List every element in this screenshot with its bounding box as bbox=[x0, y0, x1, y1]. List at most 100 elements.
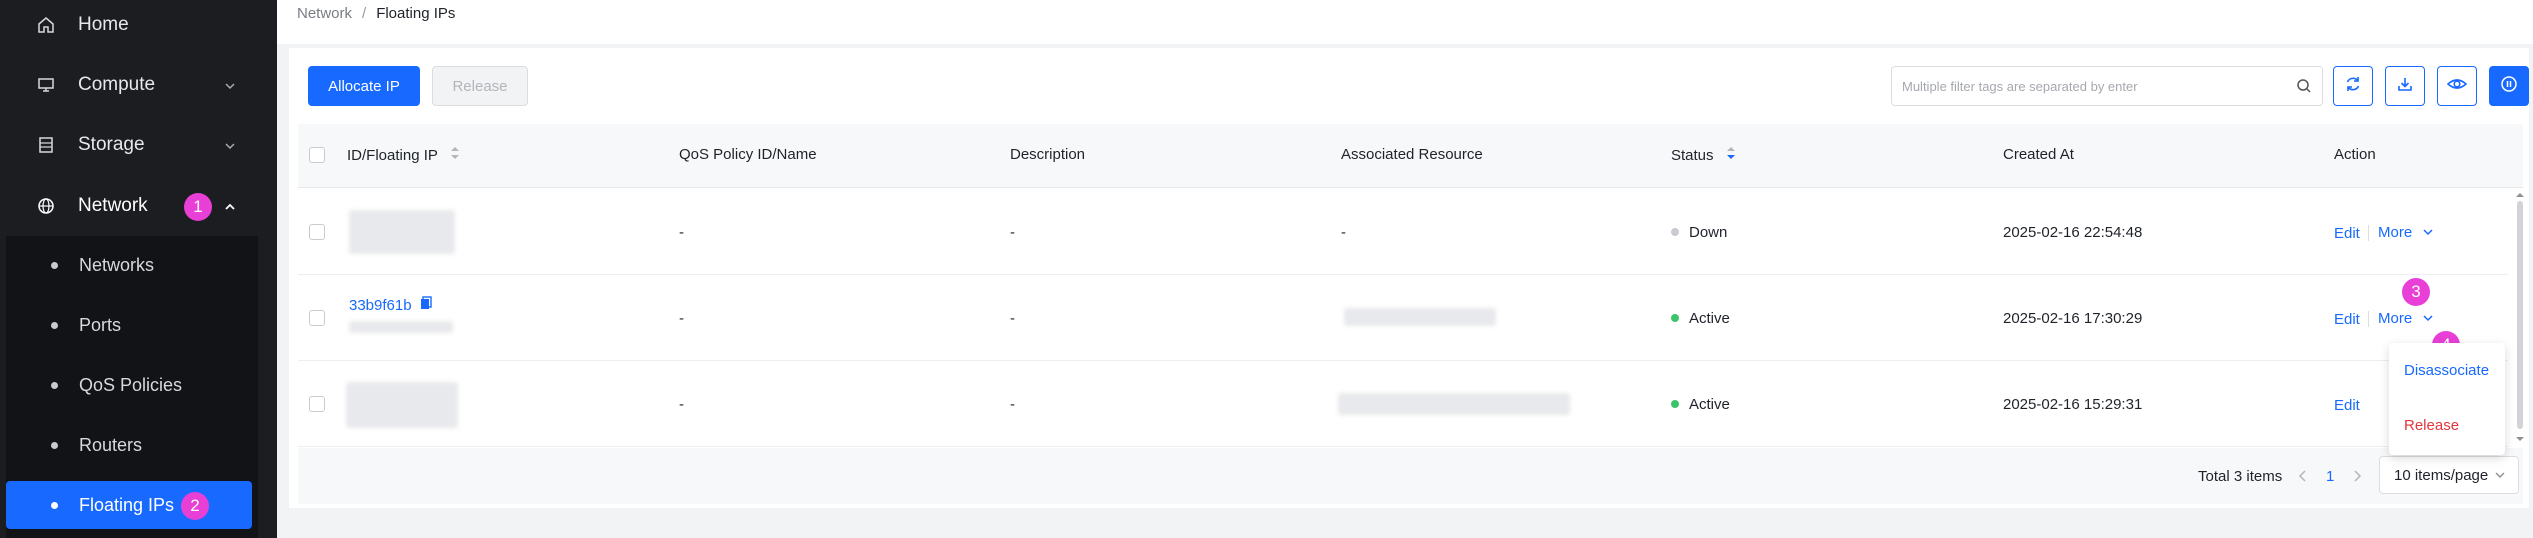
select-all-checkbox[interactable] bbox=[309, 147, 325, 163]
edit-link[interactable]: Edit bbox=[2334, 225, 2360, 242]
column-visibility-button[interactable] bbox=[2437, 66, 2477, 106]
description-cell: - bbox=[1010, 224, 1015, 241]
breadcrumb-separator: / bbox=[362, 5, 367, 22]
redacted-id bbox=[346, 382, 458, 428]
breadcrumb-parent[interactable]: Network bbox=[297, 5, 352, 22]
header-label: ID/Floating IP bbox=[347, 147, 438, 164]
sidebar-item-label: Networks bbox=[79, 254, 155, 275]
release-button[interactable]: Release bbox=[432, 66, 528, 106]
release-menu-item[interactable]: Release bbox=[2404, 417, 2459, 434]
sidebar-item-qos-policies[interactable]: QoS Policies bbox=[6, 361, 252, 409]
copy-icon[interactable] bbox=[420, 296, 432, 314]
floating-ip-id-link[interactable]: 33b9f61b bbox=[349, 296, 432, 314]
qos-cell: - bbox=[679, 224, 684, 241]
sidebar-item-storage[interactable]: Storage bbox=[0, 115, 277, 175]
floating-ips-panel: Allocate IP Release Multiple filter tags… bbox=[289, 48, 2529, 508]
sidebar-item-compute[interactable]: Compute bbox=[0, 55, 277, 115]
search-input[interactable]: Multiple filter tags are separated by en… bbox=[1891, 66, 2323, 106]
annotation-badge: 2 bbox=[181, 492, 209, 520]
sidebar-item-network[interactable]: Network bbox=[0, 176, 277, 236]
more-actions-menu: Disassociate Release bbox=[2389, 343, 2505, 455]
row-checkbox[interactable] bbox=[309, 396, 325, 412]
sidebar: Home Compute Storage Network 1 Networks bbox=[0, 0, 277, 538]
search-placeholder: Multiple filter tags are separated by en… bbox=[1902, 78, 2138, 94]
description-cell: - bbox=[1010, 396, 1015, 413]
created-cell: 2025-02-16 17:30:29 bbox=[2003, 310, 2143, 327]
sidebar-item-label: Ports bbox=[79, 314, 122, 335]
status-dot-icon bbox=[1671, 228, 1679, 237]
breadcrumb: Network / Floating IPs bbox=[297, 5, 455, 22]
edit-link[interactable]: Edit bbox=[2334, 397, 2360, 414]
more-menu-button[interactable]: More bbox=[2378, 224, 2434, 241]
sort-icon[interactable] bbox=[450, 147, 460, 164]
status-text: Down bbox=[1689, 224, 1728, 241]
next-page-icon[interactable] bbox=[2352, 469, 2362, 488]
status-text: Active bbox=[1689, 396, 1730, 413]
redacted-ip bbox=[349, 321, 453, 333]
disassociate-menu-item[interactable]: Disassociate bbox=[2404, 362, 2489, 379]
annotation-badge: 1 bbox=[184, 193, 212, 221]
sidebar-item-networks[interactable]: Networks bbox=[6, 241, 252, 289]
row-checkbox[interactable] bbox=[309, 310, 325, 326]
column-header-id[interactable]: ID/Floating IP bbox=[347, 146, 460, 164]
created-cell: 2025-02-16 15:29:31 bbox=[2003, 396, 2143, 413]
page-size-select[interactable]: 10 items/page bbox=[2379, 456, 2519, 494]
column-header-status[interactable]: Status bbox=[1671, 146, 1736, 164]
more-menu-button[interactable]: More bbox=[2378, 310, 2434, 327]
table-row: 33b9f61b - - Active 2025-02-16 17:30:29 … bbox=[298, 275, 2508, 361]
bullet-icon bbox=[51, 322, 58, 329]
header-bar bbox=[277, 0, 2533, 44]
allocate-ip-button[interactable]: Allocate IP bbox=[308, 66, 420, 106]
header-label: Status bbox=[1671, 147, 1714, 164]
breadcrumb-current: Floating IPs bbox=[376, 5, 456, 22]
sidebar-item-label: Compute bbox=[78, 74, 156, 95]
bullet-icon bbox=[51, 502, 58, 509]
chevron-down-icon bbox=[2422, 224, 2434, 241]
description-cell: - bbox=[1010, 310, 1015, 327]
scroll-up-icon bbox=[2516, 193, 2524, 197]
sidebar-item-ports[interactable]: Ports bbox=[6, 301, 252, 349]
sidebar-item-label: Routers bbox=[79, 434, 143, 455]
pagination-bar: Total 3 items 1 10 items/page bbox=[298, 448, 2523, 504]
main-content: Network / Floating IPs Allocate IP Release… bbox=[277, 0, 2533, 538]
settings-button[interactable] bbox=[2489, 66, 2529, 106]
refresh-icon bbox=[2344, 75, 2362, 98]
row-checkbox[interactable] bbox=[309, 224, 325, 240]
scroll-down-icon bbox=[2516, 437, 2524, 441]
home-icon bbox=[36, 15, 56, 35]
more-label: More bbox=[2378, 224, 2413, 241]
table-header: ID/Floating IP QoS Policy ID/Name Descri… bbox=[298, 124, 2523, 188]
download-icon bbox=[2396, 75, 2414, 98]
column-header-description: Description bbox=[1010, 146, 1086, 163]
prev-page-icon[interactable] bbox=[2298, 469, 2308, 488]
column-header-created: Created At bbox=[2003, 146, 2074, 163]
bullet-icon bbox=[51, 382, 58, 389]
sidebar-item-home[interactable]: Home bbox=[0, 0, 277, 55]
status-dot-icon bbox=[1671, 400, 1679, 409]
page-number[interactable]: 1 bbox=[2326, 468, 2334, 485]
storage-icon bbox=[36, 135, 56, 155]
sidebar-item-label: QoS Policies bbox=[79, 374, 183, 395]
download-button[interactable] bbox=[2385, 66, 2425, 106]
bullet-icon bbox=[51, 262, 58, 269]
globe-icon bbox=[36, 196, 56, 216]
bullet-icon bbox=[51, 442, 58, 449]
sidebar-item-label: Home bbox=[78, 14, 129, 35]
chevron-down-icon bbox=[2422, 310, 2434, 327]
sidebar-item-routers[interactable]: Routers bbox=[6, 421, 252, 469]
qos-cell: - bbox=[679, 310, 684, 327]
id-text: 33b9f61b bbox=[349, 297, 412, 314]
sidebar-item-floating-ips[interactable]: Floating IPs bbox=[6, 481, 252, 529]
edit-link[interactable]: Edit bbox=[2334, 311, 2360, 328]
qos-cell: - bbox=[679, 396, 684, 413]
action-divider bbox=[2368, 225, 2369, 241]
annotation-badge: 3 bbox=[2402, 278, 2430, 306]
created-cell: 2025-02-16 22:54:48 bbox=[2003, 224, 2143, 241]
info-icon bbox=[2500, 75, 2518, 98]
table-row: - - Active 2025-02-16 15:29:31 Edit bbox=[298, 361, 2508, 447]
scroll-thumb[interactable] bbox=[2517, 201, 2523, 429]
table-scrollbar[interactable] bbox=[2515, 189, 2525, 447]
refresh-button[interactable] bbox=[2333, 66, 2373, 106]
sort-icon[interactable] bbox=[1726, 147, 1736, 164]
redacted-resource bbox=[1338, 393, 1570, 415]
